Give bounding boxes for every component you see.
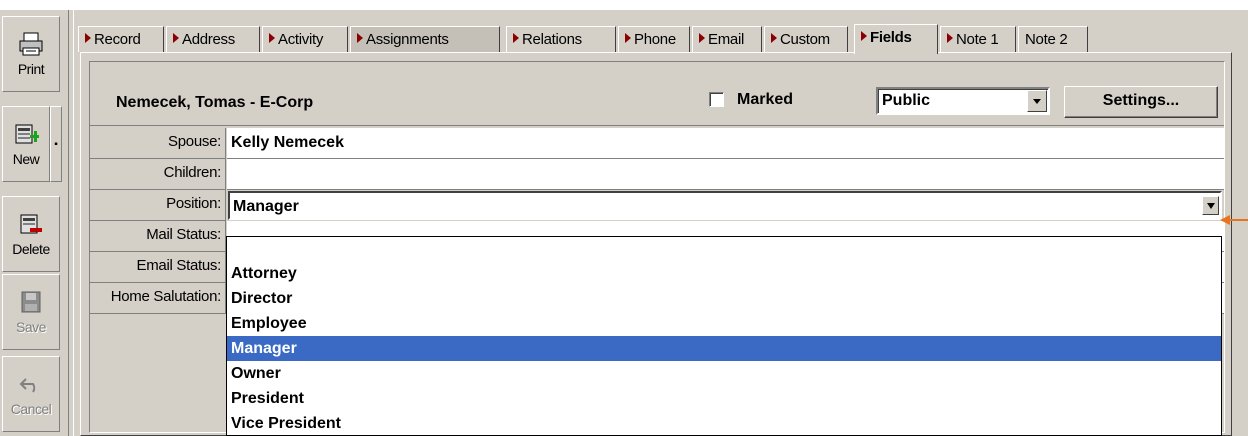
tab-arrow-icon [947,33,953,43]
position-option[interactable]: President [227,386,1221,411]
tab-label: Address [182,31,235,48]
record-header: Nemecek, Tomas - E-Corp Marked Public Se… [90,62,1224,126]
tab-label: Note 2 [1025,31,1068,48]
dropdown-dot-icon: ▪ [54,138,58,150]
tab-arrow-icon [513,33,519,43]
field-label: Position: [90,190,226,221]
print-label: Print [17,61,45,77]
field-row-children: Children: [90,159,1224,190]
field-row-spouse: Spouse: Kelly Nemecek [90,128,1224,159]
new-record-icon [15,124,39,144]
delete-button[interactable]: Delete [2,196,60,272]
tab-note-1[interactable]: Note 1 [940,26,1016,52]
tab-arrow-icon [173,33,179,43]
tab-label: Custom [780,31,830,48]
tab-custom[interactable]: Custom [764,26,848,52]
access-value: Public [882,92,931,109]
field-label: Home Salutation: [90,283,226,314]
save-label: Save [16,319,46,335]
position-dropdown-list: Attorney Director Employee Manager Owner… [226,236,1222,436]
contact-name: Nemecek, Tomas - E-Corp [116,94,314,111]
marked-checkbox[interactable] [709,92,724,107]
tab-relations[interactable]: Relations [506,26,616,52]
tab-phone[interactable]: Phone [618,26,690,52]
tab-arrow-icon [861,31,867,41]
printer-icon [19,32,43,56]
position-option[interactable]: Attorney [227,261,1221,286]
field-label: Children: [90,159,226,190]
tab-label: Assignments [366,31,449,48]
new-button[interactable]: New [2,106,50,182]
undo-arrow-icon [19,378,36,393]
tab-label: Fields [870,29,912,46]
delete-record-icon [20,214,42,234]
position-option[interactable]: Vice President [227,411,1221,436]
position-option[interactable]: Employee [227,311,1221,336]
spouse-field[interactable]: Kelly Nemecek [227,128,1224,159]
tab-label: Phone [634,31,676,48]
tab-label: Relations [522,31,582,48]
marked-label: Marked [737,91,794,108]
tab-label: Note 1 [956,31,999,48]
chevron-down-icon[interactable] [1202,196,1219,215]
tab-arrow-icon [269,33,275,43]
tab-arrow-icon [357,33,363,43]
print-button[interactable]: Print [2,16,60,92]
new-dropdown-button[interactable]: ▪ [50,106,62,182]
field-label: Spouse: [90,128,226,159]
position-combobox[interactable]: Manager [228,191,1222,220]
tab-email[interactable]: Email [692,26,762,52]
tab-address[interactable]: Address [166,26,260,52]
tab-arrow-icon [85,33,91,43]
tab-arrow-icon [699,33,705,43]
position-option[interactable]: Owner [227,361,1221,386]
annotation-arrow-icon [1220,215,1248,225]
position-value: Manager [233,198,299,215]
tab-label: Email [708,31,745,48]
access-select[interactable]: Public [876,87,1050,115]
tab-record[interactable]: Record [78,26,164,52]
left-toolbar: Print New ▪ Delete Save Cancel [0,10,66,436]
tab-label: Activity [278,31,324,48]
tab-assignments[interactable]: Assignments [350,26,500,52]
settings-button[interactable]: Settings... [1064,86,1218,118]
chevron-down-icon[interactable] [1027,90,1047,112]
floppy-disk-icon [21,291,41,313]
tab-arrow-icon [771,33,777,43]
delete-label: Delete [12,241,50,257]
tab-label: Record [94,31,141,48]
position-option[interactable]: Director [227,286,1221,311]
tab-activity[interactable]: Activity [262,26,348,52]
field-row-position: Position: Manager [90,190,1224,221]
toolbar-divider [68,10,74,436]
children-field[interactable] [227,159,1224,190]
cancel-label: Cancel [10,401,52,417]
field-label: Mail Status: [90,221,226,252]
tab-note-2[interactable]: Note 2 [1018,26,1088,52]
tab-fields[interactable]: Fields [854,24,938,54]
tab-arrow-icon [625,33,631,43]
cancel-button[interactable]: Cancel [2,356,60,432]
field-label: Email Status: [90,252,226,283]
position-option-selected[interactable]: Manager [227,336,1221,361]
save-button[interactable]: Save [2,274,60,350]
new-label: New [12,151,40,167]
